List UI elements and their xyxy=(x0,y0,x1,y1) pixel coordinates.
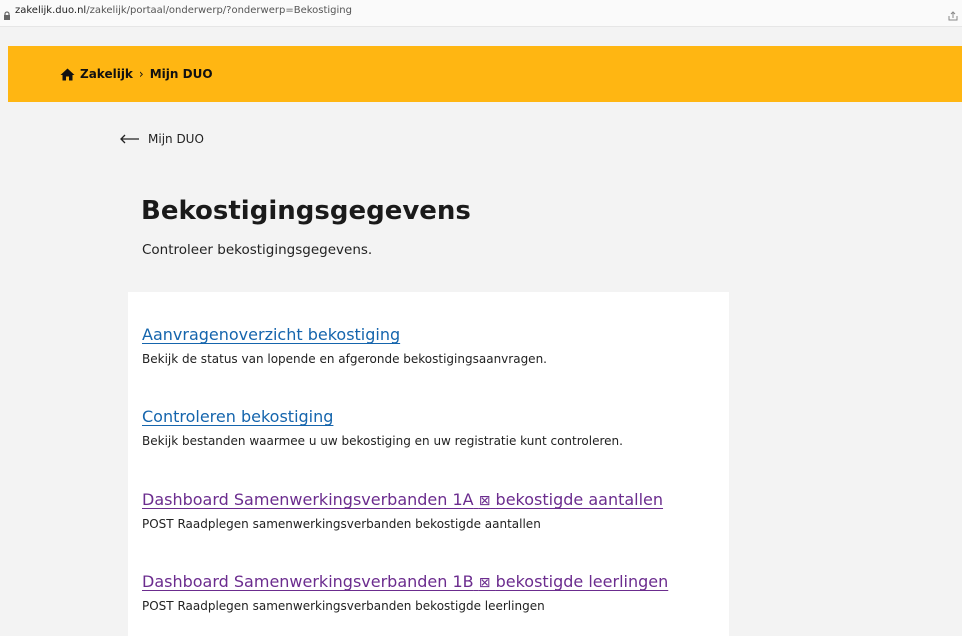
link-text-end: bekostigde leerlingen xyxy=(495,572,669,591)
back-link-label: Mijn DUO xyxy=(148,132,204,146)
breadcrumb: Zakelijk › Mijn DUO xyxy=(60,67,213,81)
back-link[interactable]: Mijn DUO xyxy=(120,132,204,146)
url-path: /zakelijk/portaal/onderwerp/?onderwerp=B… xyxy=(86,5,352,16)
aanvragenoverzicht-link[interactable]: Aanvragenoverzicht bekostiging xyxy=(142,325,547,344)
list-item: Aanvragenoverzicht bekostiging Bekijk de… xyxy=(142,325,547,366)
page-title: Bekostigingsgegevens xyxy=(141,196,471,226)
list-item: Dashboard Samenwerkingsverbanden 1B ⊠ be… xyxy=(142,572,668,613)
item-description: Bekijk de status van lopende en afgerond… xyxy=(142,352,547,366)
controleren-bekostiging-link[interactable]: Controleren bekostiging xyxy=(142,407,623,426)
lock-icon xyxy=(3,6,11,25)
item-description: Bekijk bestanden waarmee u uw bekostigin… xyxy=(142,434,623,448)
breadcrumb-separator: › xyxy=(138,67,144,81)
item-description: POST Raadplegen samenwerkingsverbanden b… xyxy=(142,599,545,613)
browser-address-bar[interactable]: zakelijk.duo.nl/zakelijk/portaal/onderwe… xyxy=(0,0,962,27)
share-icon[interactable] xyxy=(948,6,958,25)
url-text[interactable]: zakelijk.duo.nl/zakelijk/portaal/onderwe… xyxy=(15,5,352,16)
dashboard-1a-link[interactable]: Dashboard Samenwerkingsverbanden 1A ⊠ be… xyxy=(142,490,663,509)
url-domain: zakelijk.duo.nl xyxy=(15,5,87,16)
external-link-icon: ⊠ xyxy=(478,493,491,509)
home-icon[interactable] xyxy=(60,68,75,81)
link-text-start: Dashboard Samenwerkingsverbanden 1B xyxy=(142,572,474,591)
item-description: POST Raadplegen samenwerkingsverbanden b… xyxy=(142,517,541,531)
page-subtitle: Controleer bekostigingsgegevens. xyxy=(142,242,373,258)
list-item: Controleren bekostiging Bekijk bestanden… xyxy=(142,407,623,448)
header-band: Zakelijk › Mijn DUO xyxy=(8,46,962,102)
links-card: Aanvragenoverzicht bekostiging Bekijk de… xyxy=(128,292,729,636)
link-text-end: bekostigde aantallen xyxy=(495,490,664,509)
breadcrumb-home-link[interactable]: Zakelijk xyxy=(80,67,133,81)
link-text-start: Dashboard Samenwerkingsverbanden 1A xyxy=(142,490,474,509)
arrow-left-icon xyxy=(120,134,140,144)
breadcrumb-current[interactable]: Mijn DUO xyxy=(150,67,213,81)
list-item: Dashboard Samenwerkingsverbanden 1A ⊠ be… xyxy=(142,490,663,531)
dashboard-1b-link[interactable]: Dashboard Samenwerkingsverbanden 1B ⊠ be… xyxy=(142,572,668,591)
external-link-icon: ⊠ xyxy=(478,575,491,591)
